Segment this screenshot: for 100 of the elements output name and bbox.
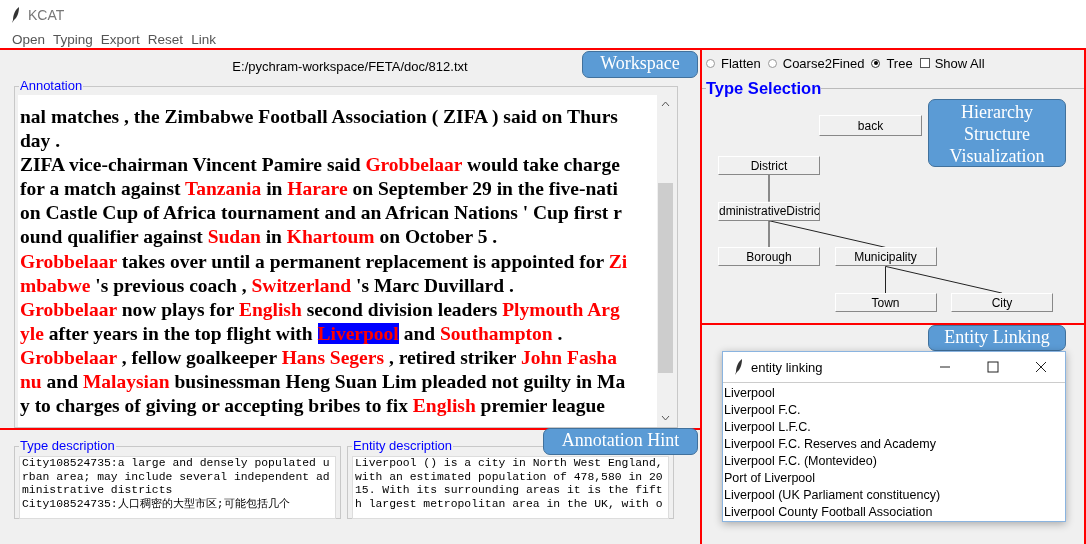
radio-label[interactable]: Coarse2Fined xyxy=(782,55,865,71)
radio-label[interactable]: Tree xyxy=(886,55,913,71)
annotation-text: on Castle Cup of Africa tournament and an African Nations ' Cup first r xyxy=(20,202,622,224)
tree-node[interactable]: City xyxy=(951,293,1053,313)
entity-mention[interactable]: Zi xyxy=(608,250,628,272)
radio-indicator[interactable] xyxy=(706,58,715,68)
entity-mention[interactable]: Plymouth Arg xyxy=(502,298,620,320)
maximize-icon[interactable] xyxy=(987,361,999,373)
annotation-text: , retired striker xyxy=(387,346,518,368)
description-text-area[interactable]: Liverpool () is a city in North West England, with an estimated population of 478,580 in 20 15. With its surrounding areas it is the fift h largest metropolitan area in the UK, with o xyxy=(352,456,669,519)
entity-mention[interactable]: yle xyxy=(20,322,44,344)
annotation-text: 's previous coach , xyxy=(94,274,248,296)
checkbox[interactable] xyxy=(919,58,930,68)
menu-item[interactable]: Open xyxy=(12,31,46,47)
candidate-item[interactable]: Liverpool L.F.C. xyxy=(724,419,1065,436)
candidate-item[interactable]: Liverpool F.C. Reserves and Academy xyxy=(724,436,1065,453)
annotation-text: in xyxy=(264,226,283,248)
description-line: City108524735:a large and densely populated u xyxy=(21,457,331,471)
entity-mention[interactable]: Malaysian xyxy=(82,371,170,393)
menu-item[interactable]: Reset xyxy=(147,31,184,47)
candidate-item[interactable]: Port of Liverpool xyxy=(724,470,1065,487)
entity-mention[interactable]: Southampton xyxy=(440,322,553,344)
tree-node[interactable]: Borough xyxy=(718,247,820,267)
scroll-up-icon[interactable] xyxy=(661,101,670,107)
description-line: ministrative districts xyxy=(21,484,174,498)
annotation-text: on September 29 in the five-nati xyxy=(351,178,619,200)
workspace-callout: Workspace xyxy=(582,51,698,78)
annotation-text: would take charge xyxy=(466,154,620,176)
menu-item[interactable]: Link xyxy=(191,31,216,47)
description-line: rban area; may include several independent ad xyxy=(21,470,331,484)
description-line: h largest metropolitan area in the UK, with o xyxy=(354,497,664,511)
description-text-area[interactable]: City108524735:a large and densely populated u rban area; may include several independent ad ministrative districts City108524735:人口稠密的大型市区;可能包括几个 xyxy=(19,456,336,519)
tree-node[interactable]: Municipality xyxy=(834,247,937,267)
menu-item[interactable]: Typing xyxy=(53,31,93,47)
window-title: KCAT xyxy=(28,7,65,23)
back-button[interactable]: back xyxy=(819,115,922,136)
description-line: City108524735:人口稠密的大型市区;可能包括几个 xyxy=(21,497,291,511)
annotation-text: y to charges of giving or accepting bribes to fix xyxy=(20,395,409,417)
entity-mention[interactable]: Grobbelaar xyxy=(20,346,117,368)
entity-mention[interactable]: Grobbelaar xyxy=(365,154,463,176)
connector-line xyxy=(768,174,770,203)
candidate-item[interactable]: Liverpool County Football Association xyxy=(724,504,1065,521)
annotation-text: and xyxy=(402,322,437,344)
annotation-text: nal matches , the Zimbabwe Football Association ( ZIFA ) said on Thurs xyxy=(20,106,618,127)
checkbox-label[interactable]: Show All xyxy=(934,55,985,71)
annotation-text: premier league xyxy=(479,395,605,417)
candidate-item[interactable]: Liverpool F.C. xyxy=(724,402,1065,419)
entity-mention[interactable]: Khartoum xyxy=(286,226,375,248)
menu-item[interactable]: Export xyxy=(100,31,140,47)
radio-label[interactable]: Flatten xyxy=(721,55,761,71)
scrollbar-thumb[interactable] xyxy=(658,183,673,373)
radio-button[interactable]: Flatten xyxy=(706,55,761,71)
entity-mention[interactable]: Tanzania xyxy=(185,178,262,200)
candidate-item[interactable]: Liverpool (UK Parliament constituency) xyxy=(724,487,1065,504)
radio-indicator[interactable] xyxy=(767,58,777,68)
annotation-text: second division leaders xyxy=(305,298,499,320)
entity-mention[interactable]: John Fasha xyxy=(521,346,617,368)
annotation-text: ZIFA vice-chairman Vincent Pamire said xyxy=(20,154,362,176)
entity-mention[interactable]: English xyxy=(412,395,476,417)
annotation-text: ound qualifier against xyxy=(20,226,204,248)
candidate-item[interactable]: Liverpool xyxy=(724,385,1065,402)
entity-mention[interactable]: Grobbelaar xyxy=(20,250,117,272)
entity-mention[interactable]: Grobbelaar xyxy=(20,298,117,320)
annotation-text: now plays for xyxy=(120,298,235,320)
radio-indicator[interactable] xyxy=(871,58,881,68)
tree-node[interactable]: Town xyxy=(834,293,937,313)
description-line: with an estimated population of 478,580 in 20 xyxy=(354,470,664,484)
close-icon[interactable] xyxy=(1035,361,1047,373)
annotation-text: businessman Heng Suan Lim pleaded not guilty in Ma xyxy=(173,371,626,393)
hierarchy-callout: Hierarchy Structure Visualization xyxy=(928,99,1066,167)
feather-icon xyxy=(12,7,20,23)
entity-mention[interactable]: nu xyxy=(20,371,42,393)
entity-linking-callout: Entity Linking xyxy=(928,325,1066,351)
annotation-text: takes over until a permanent replacement is appointed for xyxy=(120,250,605,272)
frame-label: Entity description xyxy=(352,439,453,453)
annotation-text: 's Marc Duvillard . xyxy=(355,274,514,296)
annotation-text: after years in the top flight with xyxy=(47,322,314,344)
scroll-down-icon[interactable] xyxy=(661,415,670,421)
frame-label: Type description xyxy=(19,439,116,453)
frame-label: Annotation xyxy=(19,79,84,93)
tree-node[interactable]: District xyxy=(718,156,820,175)
entity-mention[interactable]: Sudan xyxy=(207,226,261,248)
candidate-item[interactable]: Liverpool F.C. (Montevideo) xyxy=(724,453,1065,470)
file-path: E:/pychram-workspace/FETA/doc/812.txt xyxy=(232,59,468,74)
entity-mention[interactable]: English xyxy=(238,298,302,320)
entity-mention[interactable]: mbabwe xyxy=(20,274,91,296)
description-line: 15. With its surrounding areas it is the fift xyxy=(354,484,664,498)
annotation-text: and xyxy=(45,371,80,393)
entity-mention[interactable]: Hans Segers xyxy=(281,346,384,368)
entity-mention[interactable]: Switzerland xyxy=(251,274,352,296)
annotation-text: day . xyxy=(20,130,61,152)
annotation-hint-callout: Annotation Hint xyxy=(543,428,698,455)
feather-icon xyxy=(735,359,743,375)
scrollbar[interactable] xyxy=(657,95,674,427)
window-title: entity linking xyxy=(751,359,824,375)
entity-mention[interactable]: Harare xyxy=(287,178,348,200)
annotation-text: , fellow goalkeeper xyxy=(120,346,278,368)
tree-node[interactable]: dministrativeDistric xyxy=(718,201,820,221)
radio-button[interactable]: Tree xyxy=(871,55,913,71)
radio-button[interactable]: Coarse2Fined xyxy=(767,55,865,71)
